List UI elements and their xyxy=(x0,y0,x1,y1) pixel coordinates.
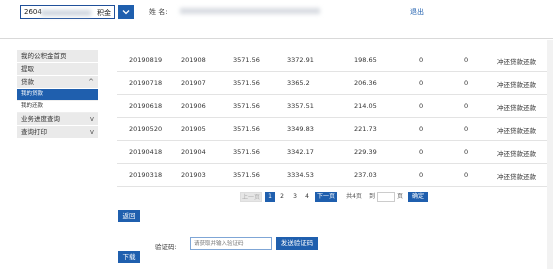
sidebar-item-my-loan[interactable]: 我的贷款 xyxy=(17,89,98,101)
account-number: 2604 xyxy=(24,8,42,16)
top-bar: 2604 积金 姓 名: 退出 xyxy=(0,0,553,39)
send-code-button[interactable]: 发送验证码 xyxy=(276,237,318,250)
sidebar-item-print[interactable]: 查询打印 v xyxy=(17,126,98,139)
sidebar-item-withdraw[interactable]: 提取 xyxy=(17,63,98,76)
verify-code-label: 验证码: xyxy=(155,243,177,251)
page-button[interactable]: 3 xyxy=(290,192,300,202)
logout-link[interactable]: 退出 xyxy=(410,7,424,17)
name-label: 姓 名: xyxy=(149,8,168,16)
next-page-button[interactable]: 下一页 xyxy=(315,192,337,202)
page-button[interactable]: 2 xyxy=(277,192,287,202)
table-row: 20190418 201904 3571.56 3342.17 229.39 0 0 冲还贷款… xyxy=(117,141,553,164)
goto-page-input[interactable] xyxy=(377,192,395,202)
sidebar-item-loan[interactable]: 贷款 ^ xyxy=(17,76,98,89)
chevron-up-icon: ^ xyxy=(88,78,94,86)
sidebar-item-home[interactable]: 我的公积金首页 xyxy=(17,50,98,63)
account-select[interactable]: 2604 积金 xyxy=(20,5,115,19)
page-button[interactable]: 1 xyxy=(265,192,275,202)
confirm-button[interactable]: 确定 xyxy=(408,192,428,202)
table-row: 20190819 201908 3571.56 3372.91 198.65 0 0 冲还贷款… xyxy=(117,49,553,72)
back-button[interactable]: 返回 xyxy=(118,210,140,222)
scrollbar[interactable] xyxy=(547,40,553,269)
verify-code-input[interactable] xyxy=(190,237,272,250)
name-redacted xyxy=(180,8,320,14)
sidebar-item-progress[interactable]: 业务进度查询 v xyxy=(17,113,98,126)
sidebar: 我的公积金首页 提取 贷款 ^ 我的贷款 我的还款 业务进度查询 v 查询打印 v xyxy=(17,50,98,139)
total-pages: 共4页 xyxy=(346,193,362,200)
download-button[interactable]: 下载 xyxy=(118,251,140,263)
chevron-down-icon xyxy=(122,10,130,15)
repayment-table: 20190819 201908 3571.56 3372.91 198.65 0 0 冲还贷款… xyxy=(117,49,553,187)
table-row: 20190520 201905 3571.56 3349.83 221.73 0 0 冲还贷款… xyxy=(117,118,553,141)
table-row: 20190718 201907 3571.56 3365.2 206.36 0 0 冲还贷款还… xyxy=(117,72,553,95)
account-redacted xyxy=(41,10,91,16)
account-dropdown-button[interactable] xyxy=(118,5,134,19)
page-label: 页 xyxy=(396,193,403,200)
chevron-down-icon: v xyxy=(89,115,94,123)
account-suffix: 积金 xyxy=(97,9,111,17)
goto-label: 到 xyxy=(368,193,375,200)
sidebar-item-my-repayment[interactable]: 我的还款 xyxy=(17,101,98,113)
prev-page-button[interactable]: 上一页 xyxy=(240,192,262,202)
table-row: 20190318 201903 3571.56 3334.53 237.03 0 0 冲还贷款… xyxy=(117,164,553,187)
page-button[interactable]: 4 xyxy=(302,192,312,202)
table-row: 20190618 201906 3571.56 3357.51 214.05 0 0 冲还贷款… xyxy=(117,95,553,118)
chevron-down-icon: v xyxy=(89,128,94,136)
